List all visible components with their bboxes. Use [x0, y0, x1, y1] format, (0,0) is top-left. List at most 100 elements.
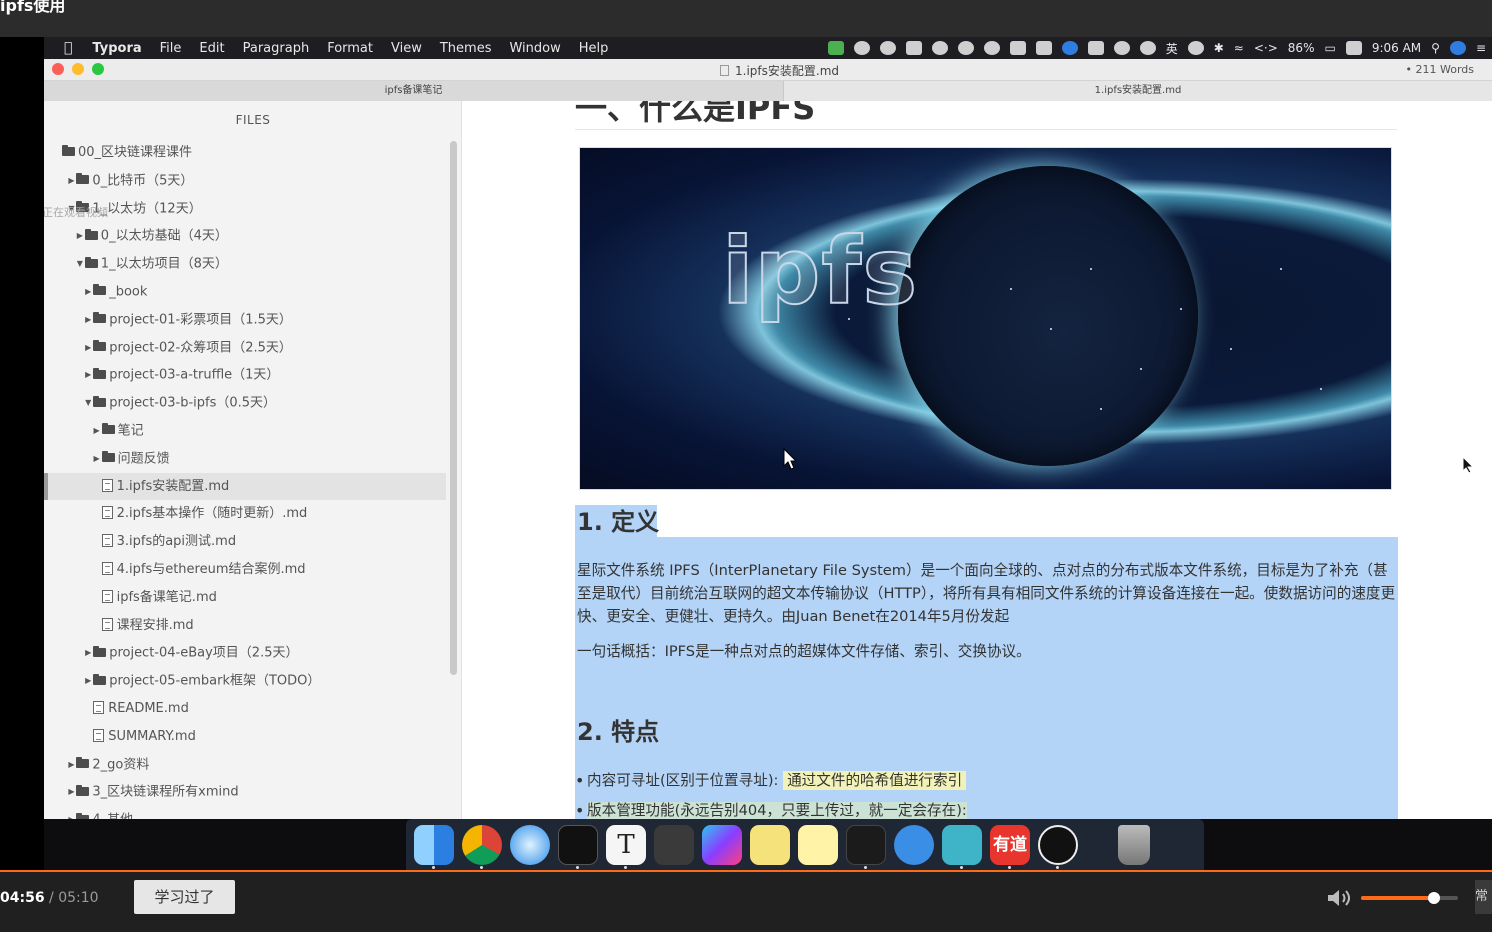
aperture-icon[interactable]	[1139, 41, 1156, 55]
battery-percent[interactable]: 86%	[1288, 41, 1315, 55]
tree-folder-item[interactable]: ▶ 3_区块链课程所有xmind	[44, 778, 446, 806]
tree-file-item[interactable]: SUMMARY.md	[44, 723, 446, 751]
tab-ipfs-install[interactable]: 1.ipfs安装配置.md	[784, 81, 1492, 101]
disclosure-closed-icon[interactable]: ▶	[66, 167, 76, 195]
zoom-window-button[interactable]	[92, 63, 104, 75]
tree-folder-item[interactable]: ▶ project-02-众筹项目（2.5天）	[44, 334, 446, 362]
tree-folder-item[interactable]: ▶ 笔记	[44, 417, 446, 445]
tree-folder-item[interactable]: ▶ 0_比特币（5天）	[44, 167, 446, 195]
goland-icon[interactable]	[702, 825, 742, 865]
tree-folder-item[interactable]: ▶4_其他	[44, 806, 446, 819]
tree-file-item[interactable]: 2.ipfs基本操作（随时更新）.md	[44, 500, 446, 528]
tree-folder-item[interactable]: ▶ _book	[44, 278, 446, 306]
activity-monitor-icon[interactable]	[846, 825, 886, 865]
menu-view[interactable]: View	[391, 41, 422, 56]
disclosure-closed-icon[interactable]: ▶	[66, 778, 76, 806]
apple-menu-icon[interactable]: 	[64, 40, 72, 56]
disclosure-closed-icon[interactable]: ▶	[66, 806, 76, 819]
tree-folder-item[interactable]: ▶ 2_go资料	[44, 751, 446, 779]
window-icon[interactable]	[1009, 41, 1026, 55]
tree-file-item[interactable]: ipfs备课笔记.md	[44, 584, 446, 612]
tree-folder-item[interactable]: ▼ project-03-b-ipfs（0.5天）	[44, 389, 446, 417]
tree-folder-item[interactable]: ▶ 0_以太坊基础（4天）	[44, 222, 446, 250]
m-icon[interactable]	[931, 41, 948, 55]
disclosure-closed-icon[interactable]: ▶	[92, 417, 102, 445]
tree-file-item[interactable]: 4.ipfs与ethereum结合案例.md	[44, 556, 446, 584]
disclosure-closed-icon[interactable]: ▶	[83, 306, 93, 334]
minimize-window-button[interactable]	[72, 63, 84, 75]
tab-ipfs-notes[interactable]: ipfs备课笔记	[44, 81, 784, 101]
volume-knob[interactable]	[1427, 892, 1440, 904]
typora-icon[interactable]: T	[606, 825, 646, 865]
obs-status-icon[interactable]	[853, 41, 870, 55]
terminal-icon[interactable]	[558, 825, 598, 865]
cloud-status-icon[interactable]	[879, 41, 896, 55]
s-app-icon[interactable]	[1345, 41, 1362, 55]
disclosure-closed-icon[interactable]: ▶	[92, 445, 102, 473]
finder-icon[interactable]	[414, 825, 454, 865]
word-count[interactable]: • 211 Words	[1406, 63, 1474, 76]
volume-slider[interactable]	[1361, 892, 1458, 904]
sublime-icon[interactable]	[654, 825, 694, 865]
menu-help[interactable]: Help	[579, 41, 609, 56]
cloud-icon[interactable]	[894, 825, 934, 865]
disclosure-closed-icon[interactable]: ▶	[83, 278, 93, 306]
youdao-icon[interactable]: 有道	[990, 825, 1030, 865]
notification-center-icon[interactable]: ≡	[1476, 41, 1486, 55]
blue-cloud-icon[interactable]	[1061, 41, 1078, 55]
tree-file-item[interactable]: 1.ipfs安装配置.md	[44, 472, 446, 501]
menu-paragraph[interactable]: Paragraph	[243, 41, 310, 56]
safari-icon[interactable]	[510, 825, 550, 865]
battery-icon[interactable]: ▭	[1324, 41, 1335, 55]
spotlight-search-icon[interactable]: ⚲	[1431, 41, 1440, 55]
disclosure-open-icon[interactable]: ▼	[75, 250, 85, 278]
wifi-icon[interactable]: ≈	[1234, 41, 1244, 55]
stack-icon[interactable]	[905, 41, 922, 55]
tree-folder-item[interactable]: ▶ 问题反馈	[44, 445, 446, 473]
disclosure-closed-icon[interactable]: ▶	[83, 334, 93, 362]
ipfs-hero-image[interactable]: ipfs	[579, 147, 1392, 490]
preview-icon[interactable]	[942, 825, 982, 865]
menu-file[interactable]: File	[160, 41, 182, 56]
stickies-icon[interactable]	[750, 825, 790, 865]
volume-icon[interactable]	[1326, 888, 1354, 908]
siri-icon[interactable]	[1449, 41, 1466, 55]
menu-window[interactable]: Window	[509, 41, 560, 56]
display-icon[interactable]	[1087, 41, 1104, 55]
sidebar-scrollbar[interactable]	[450, 141, 457, 675]
tree-folder-item[interactable]: 00_区块链课程课件	[44, 139, 446, 167]
disclosure-closed-icon[interactable]: ▶	[83, 667, 93, 695]
clock-time[interactable]: 9:06 AM	[1372, 41, 1421, 55]
trash-icon[interactable]	[1118, 825, 1150, 865]
editor-pane[interactable]: 一、什么是IPFS ipfs 1. 定义 星际文件系统 IPFS（InterPl…	[463, 101, 1492, 819]
chrome-icon[interactable]	[462, 825, 502, 865]
menu-themes[interactable]: Themes	[440, 41, 492, 56]
tree-file-item[interactable]: 3.ipfs的api测试.md	[44, 528, 446, 556]
clock-icon[interactable]	[1187, 41, 1204, 55]
tree-file-item[interactable]: 课程安排.md	[44, 612, 446, 640]
disclosure-closed-icon[interactable]: ▶	[66, 751, 76, 779]
network-arrows-icon[interactable]: <·>	[1254, 41, 1278, 55]
bear-icon[interactable]	[983, 41, 1000, 55]
tree-folder-item[interactable]: ▶ project-03-a-truffle（1天）	[44, 361, 446, 389]
input-method-indicator[interactable]: 英	[1166, 40, 1178, 57]
upload-icon[interactable]	[827, 41, 844, 55]
bluetooth-icon[interactable]: ✱	[1214, 41, 1224, 55]
learned-button[interactable]: 学习过了	[134, 880, 235, 914]
tree-folder-item[interactable]: ▼ 1_以太坊项目（8天）	[44, 250, 446, 278]
tree-folder-item[interactable]: ▶ project-05-embark框架（TODO）	[44, 667, 446, 695]
tree-folder-item[interactable]: ▶ project-01-彩票项目（1.5天）	[44, 306, 446, 334]
menu-format[interactable]: Format	[327, 41, 373, 56]
grid-icon[interactable]	[1035, 41, 1052, 55]
obs-icon[interactable]	[1038, 825, 1078, 865]
disclosure-open-icon[interactable]: ▼	[83, 389, 93, 417]
settings-button[interactable]: 常	[1475, 880, 1492, 914]
notes-icon[interactable]	[798, 825, 838, 865]
disclosure-closed-icon[interactable]: ▶	[83, 361, 93, 389]
close-window-button[interactable]	[52, 63, 64, 75]
p-icon[interactable]	[957, 41, 974, 55]
disclosure-closed-icon[interactable]: ▶	[75, 222, 85, 250]
disclosure-closed-icon[interactable]: ▶	[83, 639, 93, 667]
tree-file-item[interactable]: README.md	[44, 695, 446, 723]
tree-folder-item[interactable]: ▶ project-04-eBay项目（2.5天）	[44, 639, 446, 667]
